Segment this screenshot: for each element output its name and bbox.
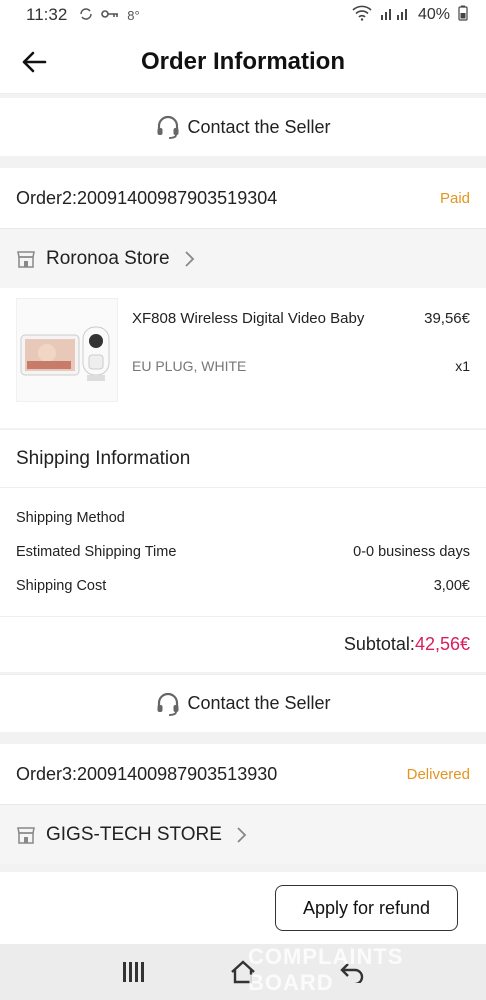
chevron-right-icon (237, 826, 247, 843)
contact-seller-label: Contact the Seller (187, 116, 331, 137)
chevron-right-icon (184, 250, 194, 267)
recent-apps-button[interactable] (114, 952, 154, 992)
order-status-badge: Delivered (406, 765, 470, 783)
product-item[interactable]: XF808 Wireless Digital Video Baby EU PLU… (0, 288, 486, 428)
page-title: Order Information (140, 47, 345, 75)
order-id: Order3:20091400987903513930 (16, 763, 278, 784)
app-header: Order Information (0, 30, 486, 94)
store-icon (17, 250, 35, 268)
subtotal-amount: 42,56€ (414, 633, 470, 654)
battery-icon (458, 5, 468, 26)
shipping-time-label: Estimated Shipping Time (16, 544, 177, 560)
product-quantity: x1 (455, 358, 470, 374)
headset-icon (157, 692, 179, 716)
shipping-cost-value: 3,00€ (433, 578, 470, 594)
contact-seller-button[interactable]: Contact the Seller (0, 98, 486, 156)
product-variant: EU PLUG, WHITE (132, 358, 247, 374)
recent-apps-icon (123, 962, 145, 982)
product-name: XF808 Wireless Digital Video Baby (132, 310, 365, 327)
apply-refund-button[interactable]: Apply for refund (275, 885, 458, 931)
shipping-cost-label: Shipping Cost (16, 578, 107, 594)
product-thumbnail[interactable] (16, 298, 118, 402)
arrow-left-icon (22, 51, 47, 73)
product-price: 39,56€ (424, 310, 470, 327)
shipping-method-label: Shipping Method (16, 510, 125, 526)
store-icon (17, 826, 35, 844)
order-status-badge: Paid (439, 189, 470, 207)
status-time: 11:32 (26, 5, 68, 24)
shipping-time-value: 0-0 business days (353, 544, 470, 560)
key-icon (101, 8, 119, 23)
store-name: Roronoa Store (46, 247, 170, 269)
headset-icon (157, 115, 179, 139)
store-link[interactable]: GIGS-TECH STORE (0, 804, 486, 864)
shipping-title: Shipping Information (0, 430, 486, 488)
subtotal-label: Subtotal: (343, 633, 415, 654)
back-button[interactable] (18, 46, 50, 78)
contact-seller-label: Contact the Seller (187, 693, 331, 713)
sync-icon (79, 7, 93, 24)
store-link[interactable]: Roronoa Store (0, 228, 486, 288)
order-header: Order2:20091400987903519304 Paid (0, 168, 486, 228)
watermark-text: COMPLAINTS BOARD (248, 944, 404, 995)
subtotal: Subtotal: 42,56€ (0, 616, 486, 672)
signal-icon (380, 5, 410, 26)
battery-percent: 40% (417, 6, 450, 23)
contact-seller-button[interactable]: Contact the Seller (0, 674, 486, 732)
store-name: GIGS-TECH STORE (46, 823, 222, 845)
order-header: Order3:20091400987903513930 Delivered (0, 744, 486, 804)
status-bar: 11:32 8° 40% (0, 0, 486, 30)
wifi-icon (352, 5, 372, 26)
shipping-info: Shipping Information Shipping Method Est… (0, 430, 486, 672)
order-id: Order2:20091400987903519304 (16, 187, 278, 208)
notification-temp: 8° (127, 7, 140, 23)
